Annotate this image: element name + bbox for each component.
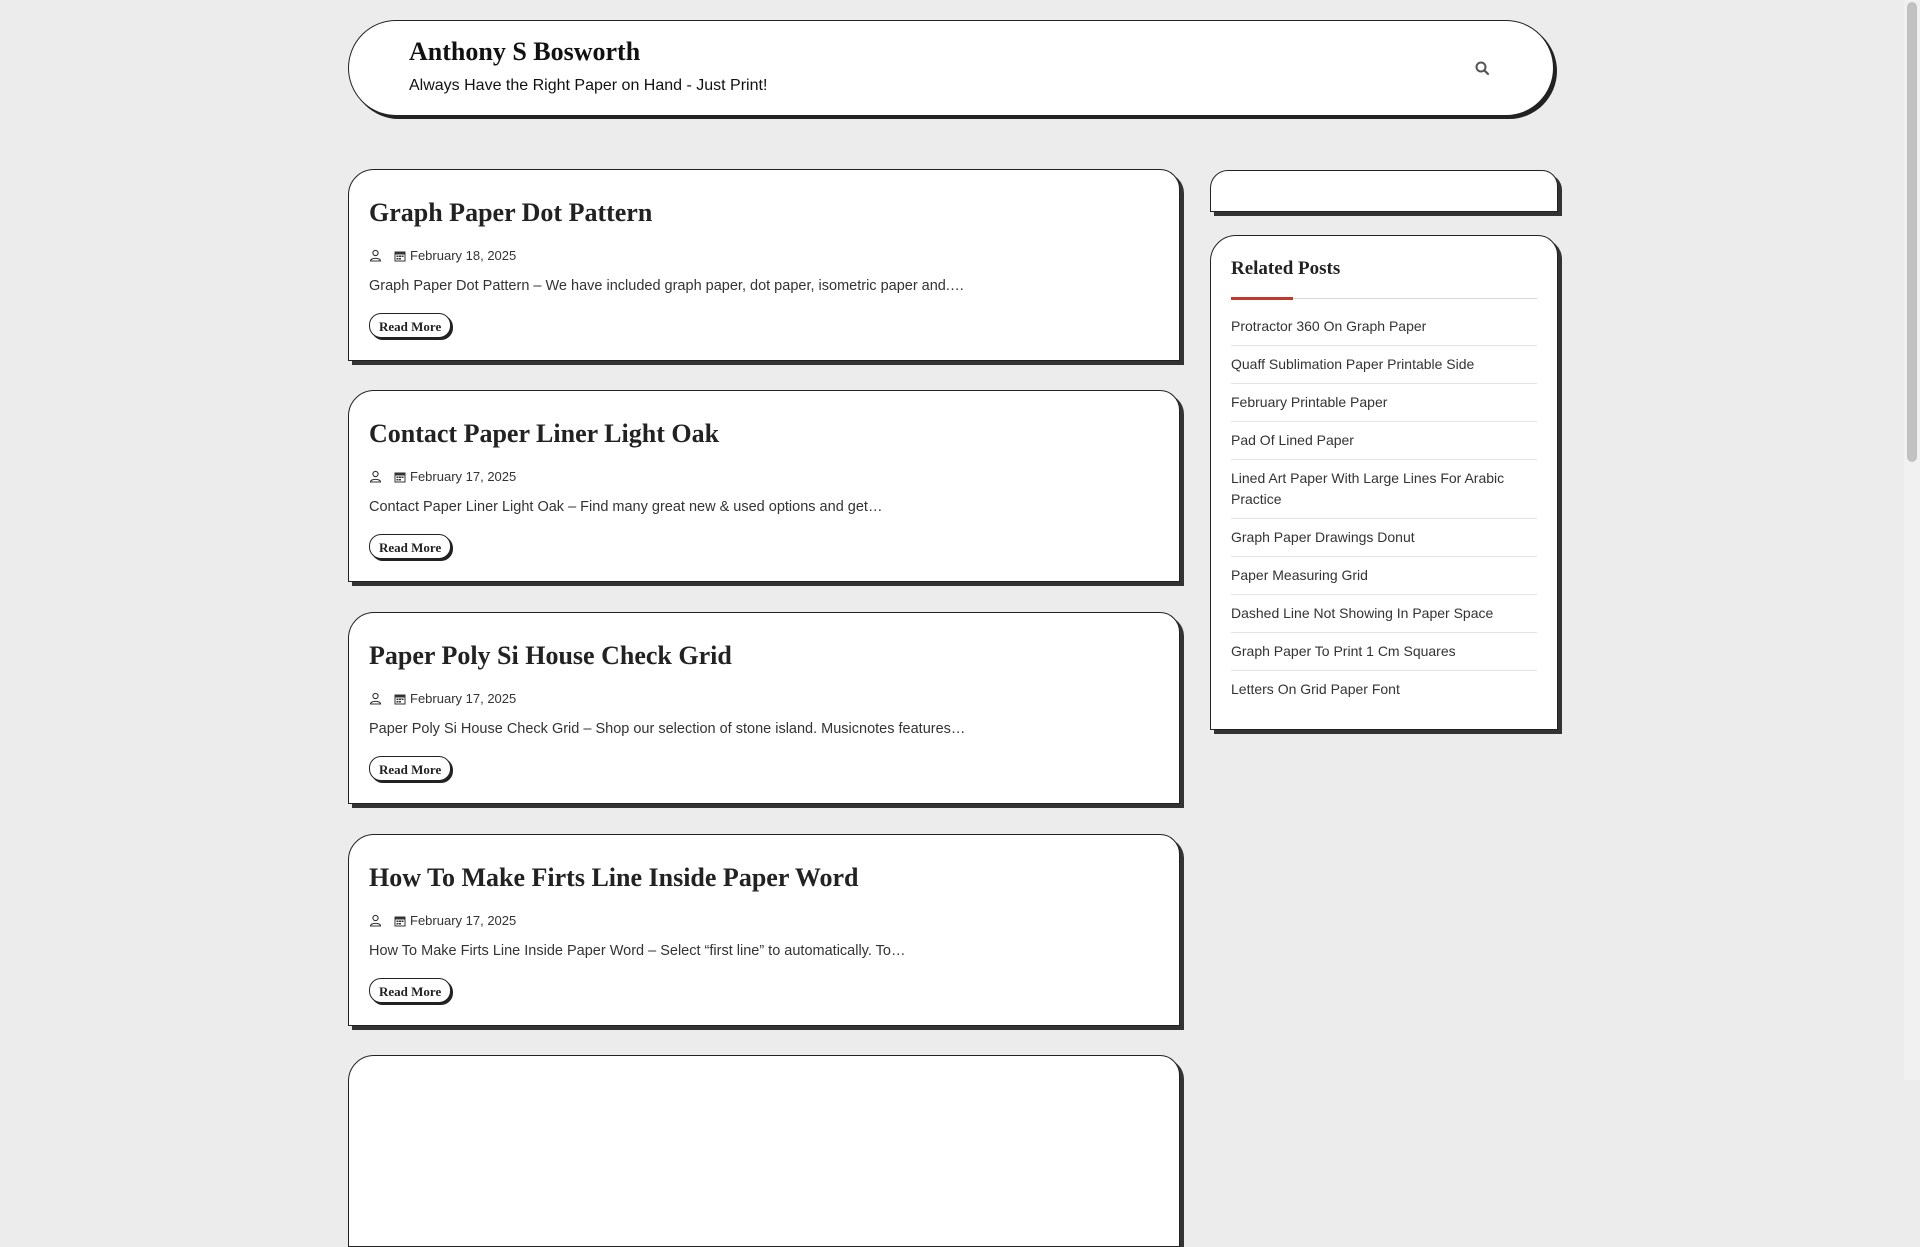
post-excerpt: How To Make Firts Line Inside Paper Word… [369, 943, 906, 959]
post-meta: February 18, 2025 [369, 248, 516, 263]
read-more-button[interactable]: Read More [369, 978, 452, 1003]
read-more-button[interactable]: Read More [369, 313, 452, 338]
post-meta: February 17, 2025 [369, 913, 516, 928]
calendar-icon [394, 916, 406, 926]
user-icon [369, 914, 382, 927]
post-date[interactable]: February 17, 2025 [410, 469, 516, 484]
post-excerpt: Graph Paper Dot Pattern – We have includ… [369, 278, 965, 294]
related-post-link[interactable]: Protractor 360 On Graph Paper [1231, 308, 1537, 346]
post-excerpt: Paper Poly Si House Check Grid – Shop ou… [369, 721, 966, 737]
site-title[interactable]: Anthony S Bosworth [409, 37, 640, 67]
related-post-link[interactable]: Pad Of Lined Paper [1231, 422, 1537, 460]
post-card: Contact Paper Liner Light Oak February 1… [348, 390, 1180, 582]
user-icon [369, 470, 382, 483]
user-icon [369, 249, 382, 262]
post-meta: February 17, 2025 [369, 469, 516, 484]
post-title[interactable]: Graph Paper Dot Pattern [369, 198, 652, 228]
site-header: Anthony S Bosworth Always Have the Right… [348, 20, 1554, 116]
calendar-icon [394, 251, 406, 261]
related-post-link[interactable]: Lined Art Paper With Large Lines For Ara… [1231, 460, 1537, 519]
related-posts-list: Protractor 360 On Graph Paper Quaff Subl… [1231, 308, 1537, 708]
post-card: Graph Paper Dot Pattern February 18, 202… [348, 169, 1180, 361]
search-button[interactable] [1469, 55, 1497, 83]
post-meta: February 17, 2025 [369, 691, 516, 706]
post-date[interactable]: February 18, 2025 [410, 248, 516, 263]
calendar-icon [394, 694, 406, 704]
read-more-button[interactable]: Read More [369, 534, 452, 559]
post-title[interactable]: Contact Paper Liner Light Oak [369, 419, 719, 449]
scrollbar-thumb[interactable] [1907, 2, 1917, 462]
related-posts-heading: Related Posts [1231, 258, 1341, 279]
post-title[interactable]: Paper Poly Si House Check Grid [369, 641, 732, 671]
post-title[interactable]: How To Make Firts Line Inside Paper Word [369, 863, 858, 893]
related-post-link[interactable]: Graph Paper To Print 1 Cm Squares [1231, 633, 1537, 671]
related-post-link[interactable]: Graph Paper Drawings Donut [1231, 519, 1537, 557]
calendar-icon [394, 472, 406, 482]
related-posts-widget: Related Posts Protractor 360 On Graph Pa… [1210, 235, 1558, 730]
post-card: Paper Poly Si House Check Grid February … [348, 612, 1180, 804]
post-card: How To Make Firts Line Inside Paper Word… [348, 834, 1180, 1026]
post-excerpt: Contact Paper Liner Light Oak – Find man… [369, 499, 883, 515]
user-icon [369, 692, 382, 705]
read-more-button[interactable]: Read More [369, 756, 452, 781]
related-post-link[interactable]: Quaff Sublimation Paper Printable Side [1231, 346, 1537, 384]
related-post-link[interactable]: February Printable Paper [1231, 384, 1537, 422]
related-post-link[interactable]: Letters On Grid Paper Font [1231, 671, 1537, 708]
search-icon [1475, 61, 1490, 76]
related-post-link[interactable]: Paper Measuring Grid [1231, 557, 1537, 595]
sidebar-search-widget[interactable] [1210, 170, 1558, 212]
post-card [348, 1055, 1180, 1247]
site-tagline: Always Have the Right Paper on Hand - Ju… [409, 77, 768, 94]
post-date[interactable]: February 17, 2025 [410, 913, 516, 928]
post-date[interactable]: February 17, 2025 [410, 691, 516, 706]
related-post-link[interactable]: Dashed Line Not Showing In Paper Space [1231, 595, 1537, 633]
heading-accent-bar [1231, 297, 1293, 300]
